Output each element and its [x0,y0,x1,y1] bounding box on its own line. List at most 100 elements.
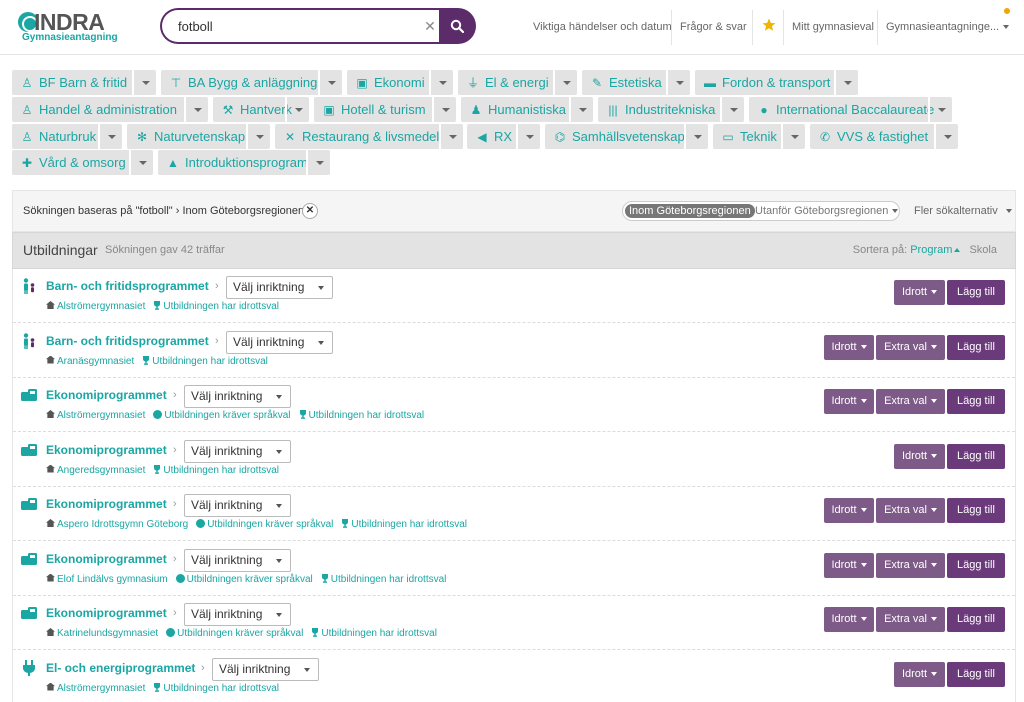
region-toggle[interactable]: Inom Göteborgsregionen Utanför Göteborgs… [622,201,900,221]
sport-dropdown[interactable]: Idrott [824,607,874,632]
add-program-button[interactable]: Lägg till [947,607,1005,632]
category-link[interactable]: ▲ Introduktionsprogram [158,150,308,175]
more-search-options[interactable]: Fler sökalternativ [914,191,1012,231]
category-dropdown-toggle[interactable] [928,97,952,122]
category-link[interactable]: ▬ Fordon & transport [695,70,830,95]
category-pill[interactable]: ♟ Humanistiska [461,97,593,122]
school-link[interactable]: Alströmergymnasiet [46,301,145,312]
category-pill[interactable]: ♙ BF Barn & fritid [12,70,156,95]
category-dropdown-toggle[interactable] [318,70,342,95]
category-link[interactable]: ♙ Handel & administration [12,97,177,122]
program-title-link[interactable]: El- och energiprogrammet [46,661,195,675]
category-link[interactable]: ⏚ El & energi [458,70,549,95]
school-link[interactable]: Elof Lindälvs gymnasium [46,573,168,585]
sport-dropdown[interactable]: Idrott [824,552,874,578]
category-dropdown-toggle[interactable] [516,124,540,149]
sport-dropdown[interactable]: Idrott [824,498,874,523]
school-link[interactable]: Alströmergymnasiet [46,410,145,421]
category-link[interactable]: ✚ Vård & omsorg [12,150,126,175]
program-title-link[interactable]: Ekonomiprogrammet [46,388,167,402]
school-link[interactable]: Aspero Idrottsgymn Göteborg [46,519,188,530]
sport-dropdown[interactable]: Idrott [824,334,874,360]
category-dropdown-toggle[interactable] [184,97,208,122]
category-dropdown-toggle[interactable] [129,150,153,175]
add-program-button[interactable]: Lägg till [947,661,1005,687]
school-link[interactable]: Alströmergymnasiet [46,682,145,694]
category-dropdown-toggle[interactable] [246,124,270,149]
category-link[interactable]: ✎ Estetiska [582,70,662,95]
sport-dropdown[interactable]: Idrott [894,280,945,305]
category-dropdown-toggle[interactable] [781,124,805,149]
category-pill[interactable]: ◀ RX [467,124,540,149]
region-outside-option[interactable]: Utanför Göteborgsregionen [755,202,899,220]
category-link[interactable]: ✕ Restaurang & livsmedel [275,124,439,149]
category-pill[interactable]: ||| Industritekniska [598,97,744,122]
category-link[interactable]: ⚒ Hantverk [213,97,292,122]
add-program-button[interactable]: Lägg till [947,498,1005,523]
orientation-select[interactable]: Välj inriktning [184,548,291,572]
category-link[interactable]: ● International Baccalaureate [749,97,934,122]
category-link[interactable]: ◀ RX [467,124,512,149]
category-pill[interactable]: ✻ Naturvetenskap [127,124,270,149]
category-dropdown-toggle[interactable] [553,70,577,95]
category-dropdown-toggle[interactable] [720,97,744,122]
category-dropdown-toggle[interactable] [432,97,456,122]
program-title-link[interactable]: Barn- och fritidsprogrammet [46,334,209,348]
search-button[interactable] [439,8,476,44]
orientation-select[interactable]: Välj inriktning [184,439,291,463]
nav-faq-link[interactable]: Frågor & svar [680,0,747,55]
extra-choice-dropdown[interactable]: Extra val [876,389,945,414]
category-dropdown-toggle[interactable] [306,150,330,175]
sport-dropdown[interactable]: Idrott [894,661,945,687]
favorites-star-icon[interactable] [762,18,776,32]
sort-by-school[interactable]: Skola [969,244,997,256]
clear-filter-icon[interactable]: ✕ [302,203,318,219]
category-pill[interactable]: ♙ Handel & administration [12,97,208,122]
category-dropdown-toggle[interactable] [285,97,309,122]
category-link[interactable]: ✆ VVS & fastighet [810,124,928,149]
orientation-select[interactable]: Välj inriktning [184,494,291,517]
category-dropdown-toggle[interactable] [132,70,156,95]
orientation-select[interactable]: Välj inriktning [226,276,333,299]
orientation-select[interactable]: Välj inriktning [184,603,291,626]
category-pill[interactable]: ● International Baccalaureate [749,97,952,122]
add-program-button[interactable]: Lägg till [947,389,1005,414]
category-link[interactable]: ▣ Hotell & turism [314,97,425,122]
program-title-link[interactable]: Barn- och fritidsprogrammet [46,279,209,293]
category-link[interactable]: ♟ Humanistiska [461,97,566,122]
account-menu[interactable]: Gymnasieantagninge... [886,0,1010,55]
program-title-link[interactable]: Ekonomiprogrammet [46,552,167,566]
school-link[interactable]: Angeredsgymnasiet [46,464,145,476]
search-input[interactable] [160,8,440,44]
category-pill[interactable]: ✚ Vård & omsorg [12,150,153,175]
indra-logo[interactable]: INDRA Gymnasieantagning [18,9,138,45]
school-link[interactable]: Aranäsgymnasiet [46,355,134,367]
add-program-button[interactable]: Lägg till [947,552,1005,578]
add-program-button[interactable]: Lägg till [947,443,1005,469]
orientation-select[interactable]: Välj inriktning [226,330,333,354]
extra-choice-dropdown[interactable]: Extra val [876,498,945,523]
category-dropdown-toggle[interactable] [666,70,690,95]
category-pill[interactable]: ▭ Teknik [713,124,805,149]
category-pill[interactable]: ▬ Fordon & transport [695,70,858,95]
region-inside-option[interactable]: Inom Göteborgsregionen [625,204,755,218]
nav-my-choice-link[interactable]: Mitt gymnasieval [792,0,874,55]
category-pill[interactable]: ⚒ Hantverk [213,97,309,122]
category-link[interactable]: ♙ Naturbruk [12,124,96,149]
extra-choice-dropdown[interactable]: Extra val [876,334,945,360]
add-program-button[interactable]: Lägg till [947,334,1005,360]
category-link[interactable]: ▭ Teknik [713,124,777,149]
category-pill[interactable]: ✎ Estetiska [582,70,690,95]
category-dropdown-toggle[interactable] [834,70,858,95]
category-dropdown-toggle[interactable] [98,124,122,149]
nav-events-link[interactable]: Viktiga händelser och datum [533,0,672,55]
category-link[interactable]: ⌬ Samhällsvetenskap [545,124,685,149]
category-link[interactable]: ♙ BF Barn & fritid [12,70,128,95]
category-pill[interactable]: ✕ Restaurang & livsmedel [275,124,463,149]
program-title-link[interactable]: Ekonomiprogrammet [46,497,167,511]
category-pill[interactable]: ▣ Ekonomi [347,70,453,95]
category-pill[interactable]: ▣ Hotell & turism [314,97,456,122]
program-title-link[interactable]: Ekonomiprogrammet [46,443,167,457]
sport-dropdown[interactable]: Idrott [824,389,874,414]
sort-by-program[interactable]: Program [910,244,952,256]
